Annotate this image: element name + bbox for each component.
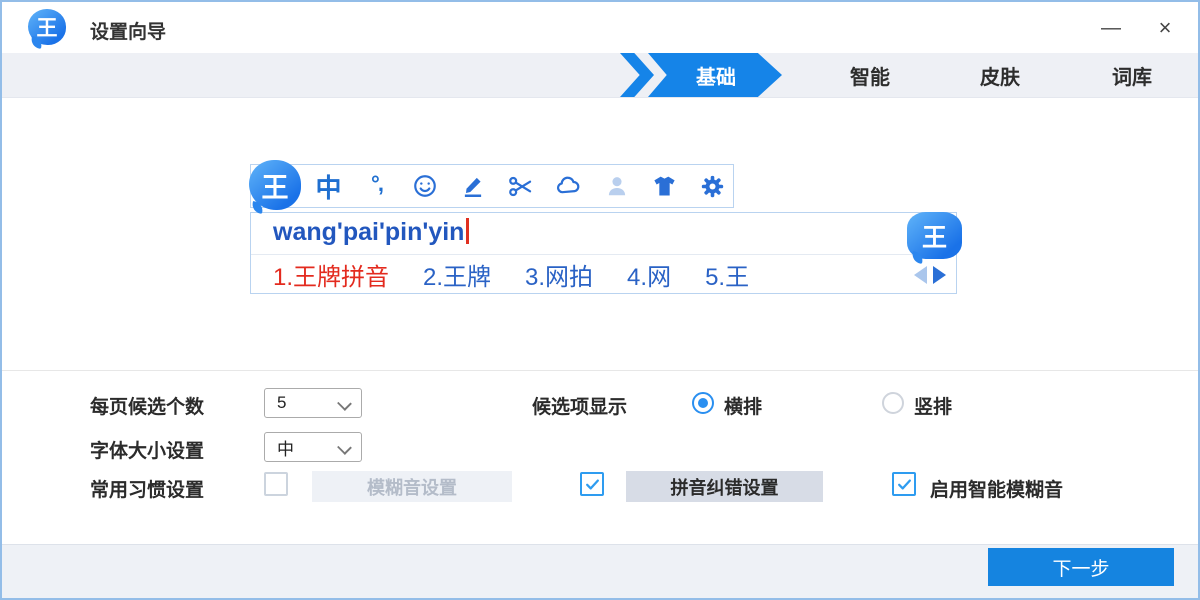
next-step-button[interactable]: 下一步 — [988, 548, 1174, 586]
title-bar: 王 设置向导 — × — [2, 2, 1198, 53]
page-title: 设置向导 — [90, 17, 166, 44]
footer-bar: 下一步 — [2, 544, 1198, 600]
candidate-item: 4.网 — [627, 257, 671, 292]
smart-fuzzy-checkbox[interactable] — [892, 472, 916, 496]
punctuation-icon: °, — [363, 171, 390, 198]
candidate-item: 5.王 — [705, 257, 749, 292]
ime-toolbar-preview: 王 中 °, — [250, 164, 734, 208]
check-icon — [584, 476, 601, 493]
ime-badge-glyph: 王 — [922, 218, 947, 254]
chinese-mode-icon: 中 — [315, 173, 342, 200]
correction-settings-button[interactable]: 拼音纠错设置 — [626, 471, 823, 502]
radio-vertical-label: 竖排 — [914, 392, 952, 419]
candidate-row: 1.王牌拼音 2.王牌 3.网拍 4.网 5.王 — [251, 255, 956, 294]
tab-dictionary[interactable]: 词库 — [1092, 53, 1172, 97]
cloud-icon — [555, 173, 582, 200]
candidate-item: 3.网拍 — [525, 257, 593, 292]
chevron-down-icon — [337, 440, 352, 455]
scissors-icon — [507, 173, 534, 200]
fuzzy-settings-button[interactable]: 模糊音设置 — [312, 471, 512, 502]
smart-fuzzy-label: 启用智能模糊音 — [930, 475, 1063, 502]
composition-string: wang'pai'pin'yin — [273, 218, 464, 246]
text-caret — [466, 218, 469, 244]
per-page-dropdown[interactable]: 5 — [264, 388, 362, 418]
tab-strip: 基础 智能 皮肤 词库 — [2, 53, 1198, 98]
candidate-window-preview: wang'pai'pin'yin 王 1.王牌拼音 2.王牌 3.网拍 4.网 … — [250, 212, 957, 294]
composition-text: wang'pai'pin'yin — [273, 218, 469, 247]
emoji-icon — [411, 173, 438, 200]
ime-logo-glyph: 王 — [262, 166, 289, 205]
skin-icon — [651, 173, 678, 200]
account-icon — [603, 173, 630, 200]
app-logo-icon: 王 — [28, 9, 66, 45]
handwriting-icon — [459, 173, 486, 200]
ime-badge-icon: 王 — [907, 212, 962, 259]
per-page-value: 5 — [277, 393, 286, 413]
composition-row: wang'pai'pin'yin 王 — [251, 213, 956, 255]
tab-dictionary-label: 词库 — [1112, 61, 1152, 90]
settings-wizard-window: 王 设置向导 — × 基础 智能 皮肤 词库 王 中 — [0, 0, 1200, 600]
habits-label: 常用习惯设置 — [90, 475, 204, 502]
ime-preview-panel: 王 中 °, — [2, 98, 1198, 370]
tab-smart[interactable]: 智能 — [830, 53, 910, 97]
minimize-button[interactable]: — — [1094, 12, 1128, 44]
candidate-item: 2.王牌 — [423, 257, 491, 292]
toolbar-icons: 中 °, — [315, 165, 726, 207]
check-icon — [896, 476, 913, 493]
display-mode-label: 候选项显示 — [532, 392, 627, 419]
correction-checkbox[interactable] — [580, 472, 604, 496]
radio-vertical[interactable] — [882, 392, 904, 414]
fuzzy-checkbox[interactable] — [264, 472, 288, 496]
candidate-item: 1.王牌拼音 — [273, 257, 389, 292]
settings-form: 每页候选个数 5 候选项显示 横排 竖排 字体大小设置 中 常用习惯设置 模糊音… — [2, 371, 1198, 543]
active-tab-chevron-icon — [620, 53, 654, 97]
chevron-down-icon — [337, 396, 352, 411]
tab-basic[interactable]: 基础 — [648, 53, 782, 97]
tab-basic-label: 基础 — [696, 61, 736, 90]
radio-horizontal-label: 横排 — [724, 392, 762, 419]
font-size-value: 中 — [277, 435, 294, 460]
font-size-dropdown[interactable]: 中 — [264, 432, 362, 462]
per-page-label: 每页候选个数 — [90, 392, 204, 419]
settings-gear-icon — [699, 173, 726, 200]
tab-skin-label: 皮肤 — [980, 61, 1020, 90]
page-previous-icon — [914, 266, 927, 284]
close-icon: × — [1159, 15, 1172, 41]
ime-logo-icon: 王 — [249, 160, 301, 210]
radio-horizontal[interactable] — [692, 392, 714, 414]
font-size-label: 字体大小设置 — [90, 436, 204, 463]
tab-skin[interactable]: 皮肤 — [960, 53, 1040, 97]
minimize-icon: — — [1101, 17, 1121, 40]
close-button[interactable]: × — [1148, 12, 1182, 44]
page-next-icon — [933, 266, 946, 284]
app-logo-glyph: 王 — [37, 12, 58, 42]
tab-smart-label: 智能 — [850, 61, 890, 90]
